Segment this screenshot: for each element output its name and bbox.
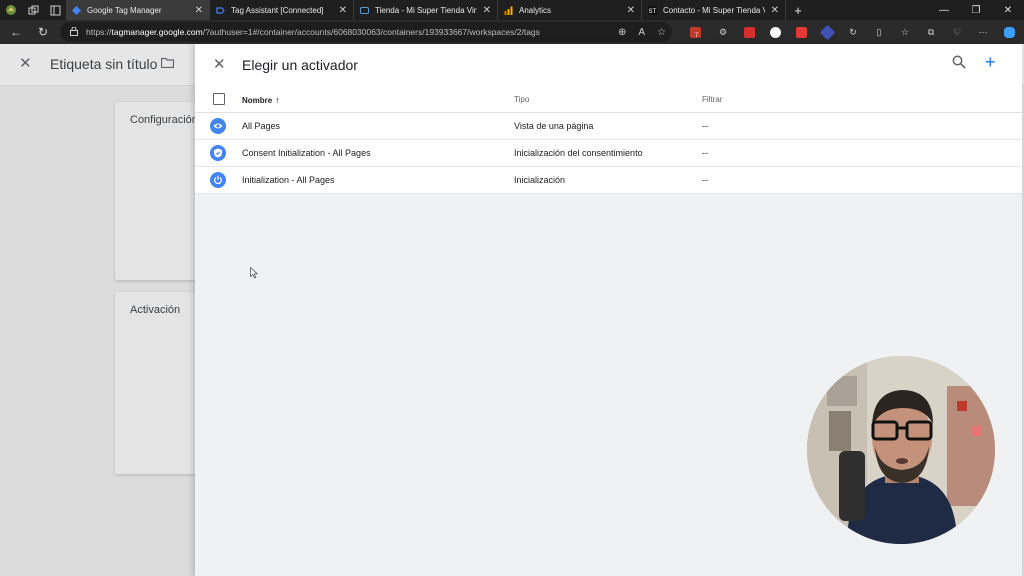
favorite-star-icon[interactable]: ☆ [657, 27, 666, 38]
trigger-name: Initialization - All Pages [242, 175, 335, 185]
column-header-name-label: Nombre [242, 96, 273, 105]
close-tab-icon[interactable]: ✕ [627, 5, 635, 16]
trigger-table: Nombre ↑ Tipo Filtrar All Pages Vista de … [195, 86, 1022, 194]
zoom-icon[interactable]: ⊕ [618, 27, 626, 38]
extension-gear-icon[interactable]: ⚙ [710, 20, 736, 44]
url-path: /?authuser=1#/container/accounts/6068030… [202, 27, 540, 37]
back-arrow-icon[interactable]: ← [3, 20, 29, 44]
extension-circle-icon[interactable] [762, 20, 788, 44]
trigger-name: Consent Initialization - All Pages [242, 148, 371, 158]
browser-tab-bar: Google Tag Manager ✕ Tag Assistant [Conn… [0, 0, 1024, 20]
presenter-webcam-image [807, 356, 995, 544]
trigger-filter: -- [702, 148, 708, 158]
folder-icon[interactable] [160, 56, 175, 71]
sort-arrow-up-icon[interactable]: ↑ [275, 95, 280, 105]
table-row[interactable]: All Pages Vista de una página -- [195, 113, 1022, 140]
configuration-card-label: Configuración [130, 114, 198, 126]
reload-icon[interactable]: ↻ [30, 20, 56, 44]
close-tab-icon[interactable]: ✕ [771, 5, 779, 16]
restore-icon[interactable]: ❐ [960, 0, 992, 20]
store-favicon-icon [360, 6, 369, 15]
extensions-area: 7 ⚙ ↻ ▯ ☆ ⧉ ♡ ··· [684, 20, 1022, 44]
presenter-webcam [807, 356, 995, 544]
tab-title: Google Tag Manager [87, 5, 162, 15]
select-all-checkbox[interactable] [213, 93, 225, 105]
extension-red-icon[interactable] [788, 20, 814, 44]
trigger-filter: -- [702, 175, 708, 185]
workspaces-icon[interactable] [22, 0, 44, 20]
tab-tienda[interactable]: Tienda - Mi Super Tienda Virtual ✕ [354, 0, 498, 20]
trigger-type: Inicialización [514, 175, 566, 185]
tab-tag-assistant[interactable]: Tag Assistant [Connected] ✕ [210, 0, 354, 20]
mouse-cursor-icon [250, 266, 259, 284]
tag-assistant-favicon-icon [216, 6, 225, 15]
window-controls: — ❐ ✕ [928, 0, 1024, 20]
column-header-type[interactable]: Tipo [514, 95, 529, 104]
eye-icon [210, 118, 226, 134]
vertical-tabs-icon[interactable] [44, 0, 66, 20]
add-trigger-icon[interactable]: + [985, 52, 996, 73]
column-header-filter[interactable]: Filtrar [702, 95, 722, 104]
new-tab-icon[interactable]: + [786, 3, 810, 18]
minimize-icon[interactable]: — [928, 0, 960, 20]
copilot-icon[interactable] [996, 20, 1022, 44]
close-tab-icon[interactable]: ✕ [195, 5, 203, 16]
read-aloud-icon[interactable]: A [638, 27, 645, 38]
tab-analytics[interactable]: Analytics ✕ [498, 0, 642, 20]
tab-title: Tag Assistant [Connected] [231, 5, 324, 15]
lock-icon[interactable] [70, 26, 78, 38]
tab-title: Analytics [519, 5, 552, 15]
trigger-filter: -- [702, 121, 708, 131]
split-screen-icon[interactable]: ▯ [866, 20, 892, 44]
table-row[interactable]: Initialization - All Pages Inicializació… [195, 167, 1022, 194]
trigger-type: Vista de una página [514, 121, 594, 131]
triggering-card-label: Activación [130, 304, 181, 316]
table-row[interactable]: Consent Initialization - All Pages Inici… [195, 140, 1022, 167]
close-panel-icon[interactable]: ✕ [213, 55, 226, 73]
gtm-favicon-icon [72, 5, 81, 15]
collections-icon[interactable]: ⧉ [918, 20, 944, 44]
profile-icon[interactable] [0, 0, 22, 20]
address-bar-row: ← ↻ https://tagmanager.google.com/?authu… [0, 20, 1024, 44]
st-favicon-icon: ST [648, 5, 657, 15]
tab-google-tag-manager[interactable]: Google Tag Manager ✕ [66, 0, 210, 20]
table-header: Nombre ↑ Tipo Filtrar [195, 86, 1022, 113]
more-menu-icon[interactable]: ··· [970, 20, 996, 44]
close-tab-icon[interactable]: ✕ [483, 5, 491, 16]
extension-badge-count: 7 [694, 33, 699, 39]
svg-text:ST: ST [649, 9, 657, 15]
adblock-icon[interactable] [736, 20, 762, 44]
search-icon[interactable] [952, 55, 968, 71]
extension-badge-icon[interactable]: 7 [684, 20, 710, 44]
column-header-name[interactable]: Nombre ↑ [242, 95, 280, 105]
panel-title: Elegir un activador [242, 57, 358, 73]
tab-title: Contacto - Mi Super Tienda Virtual [663, 5, 765, 15]
extension-blue-icon[interactable] [814, 20, 840, 44]
close-tab-icon[interactable]: ✕ [339, 5, 347, 16]
analytics-favicon-icon [504, 6, 513, 15]
favorites-icon[interactable]: ☆ [892, 20, 918, 44]
trigger-type: Inicialización del consentimiento [514, 148, 643, 158]
trigger-name: All Pages [242, 121, 281, 131]
tab-contacto[interactable]: ST Contacto - Mi Super Tienda Virtual ✕ [642, 0, 786, 20]
tab-title: Tienda - Mi Super Tienda Virtual [375, 5, 477, 15]
url-field[interactable]: https://tagmanager.google.com/?authuser=… [60, 22, 672, 42]
tag-name-title[interactable]: Etiqueta sin título [50, 56, 157, 72]
panel-header: ✕ Elegir un activador + [195, 44, 1022, 86]
url-host: tagmanager.google.com [111, 27, 203, 37]
url-prefix: https:// [86, 27, 112, 37]
close-editor-icon[interactable]: ✕ [19, 54, 32, 72]
close-window-icon[interactable]: ✕ [992, 0, 1024, 20]
shield-icon [210, 145, 226, 161]
refresh-extension-icon[interactable]: ↻ [840, 20, 866, 44]
power-icon [210, 172, 226, 188]
browser-essentials-icon[interactable]: ♡ [944, 20, 970, 44]
